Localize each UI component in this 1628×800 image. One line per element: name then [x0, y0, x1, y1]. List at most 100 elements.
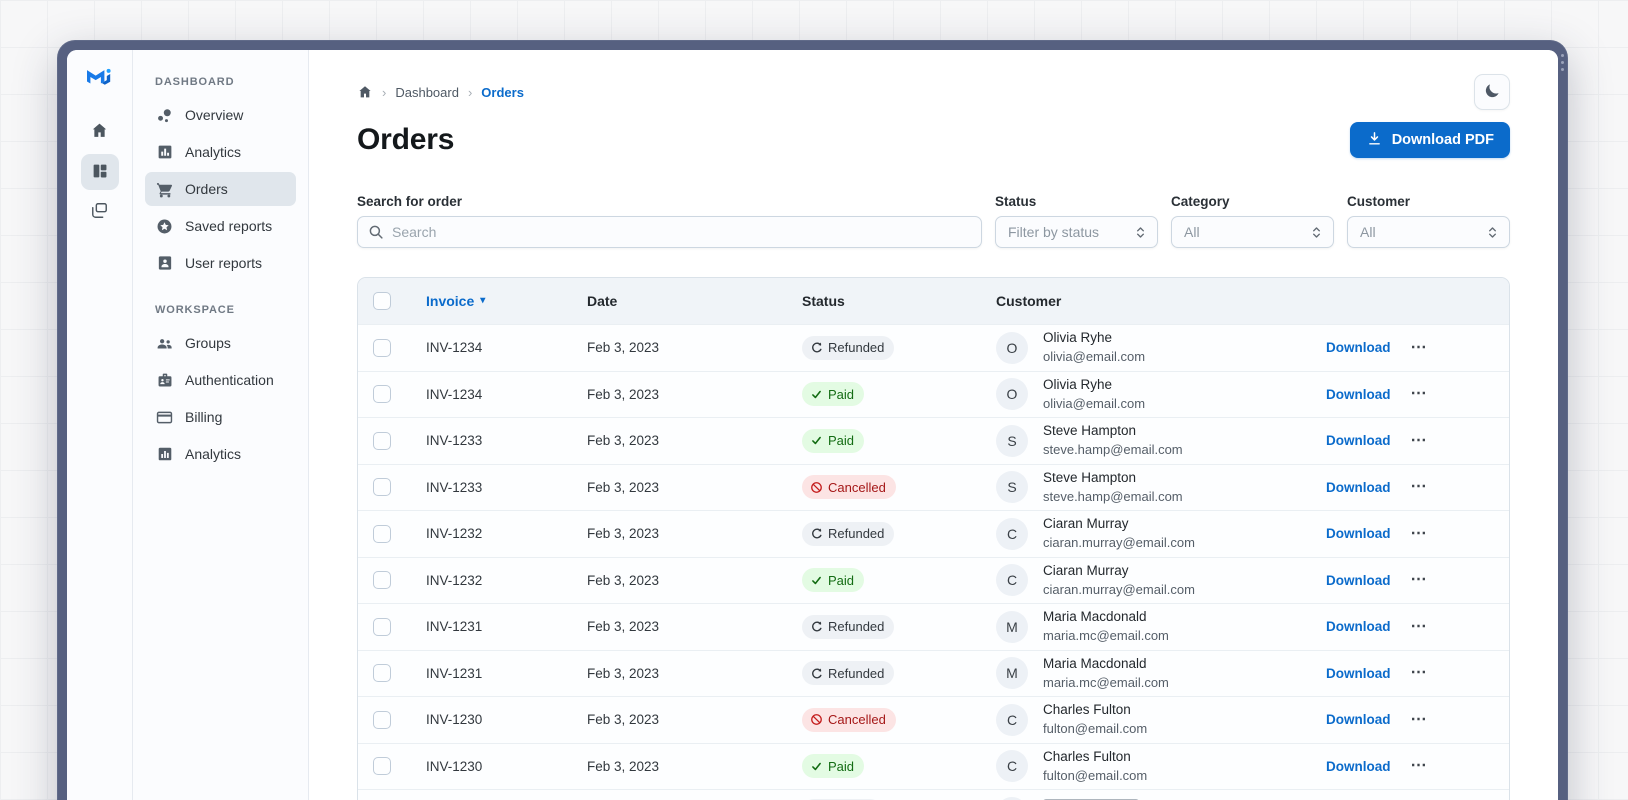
- rail-window-stack-button[interactable]: [81, 194, 119, 230]
- download-pdf-button[interactable]: Download PDF: [1349, 122, 1510, 158]
- cart-icon: [155, 180, 174, 199]
- row-menu-button[interactable]: ⋯: [1411, 339, 1428, 356]
- row-checkbox[interactable]: [373, 431, 391, 450]
- breadcrumb-home-icon[interactable]: [357, 84, 373, 100]
- customer-email: maria.mc@email.com: [1043, 628, 1169, 644]
- breadcrumb-orders[interactable]: Orders: [481, 85, 524, 100]
- sidebar-item-authentication[interactable]: Authentication: [145, 363, 296, 397]
- download-link[interactable]: Download: [1326, 433, 1391, 448]
- customer-avatar: C: [996, 703, 1028, 736]
- row-checkbox[interactable]: [373, 524, 391, 543]
- row-menu-button[interactable]: ⋯: [1411, 758, 1428, 774]
- customer-name: Charles Fulton: [1043, 702, 1131, 718]
- customer-avatar: S: [996, 471, 1028, 504]
- row-checkbox[interactable]: [373, 757, 391, 776]
- row-checkbox[interactable]: [373, 385, 391, 404]
- sidebar-item-saved-reports[interactable]: Saved reports: [145, 209, 296, 243]
- row-menu-button[interactable]: ⋯: [1411, 386, 1428, 402]
- row-menu-button[interactable]: ⋯: [1411, 665, 1428, 681]
- download-link[interactable]: Download: [1326, 387, 1391, 402]
- table-row: INV-1234 Feb 3, 2023 Paid O Olivia Ryhe …: [358, 370, 1509, 417]
- date-cell: Feb 3, 2023: [587, 433, 660, 449]
- color-scheme-toggle-button[interactable]: [1474, 74, 1510, 110]
- row-menu-button[interactable]: ⋯: [1411, 572, 1428, 588]
- status-chip: Cancelled: [802, 707, 896, 732]
- check-icon: [812, 576, 821, 585]
- download-link[interactable]: Download: [1326, 666, 1391, 681]
- sidebar-item-billing[interactable]: Billing: [145, 400, 296, 434]
- page-title: Orders: [357, 123, 455, 156]
- sidebar-item-orders[interactable]: Orders: [145, 172, 296, 206]
- download-link[interactable]: Download: [1326, 573, 1391, 588]
- overview-icon: [155, 106, 174, 125]
- customer-avatar: C: [996, 564, 1028, 597]
- row-checkbox[interactable]: [373, 478, 391, 497]
- row-checkbox[interactable]: [373, 617, 391, 636]
- category-filter-select[interactable]: All: [1171, 216, 1334, 248]
- search-input[interactable]: [357, 216, 982, 248]
- row-checkbox[interactable]: [373, 664, 391, 683]
- sidebar-item-analytics-2[interactable]: Analytics: [145, 437, 296, 471]
- customer-name: Olivia Ryhe: [1043, 376, 1113, 392]
- download-link[interactable]: Download: [1326, 619, 1391, 634]
- nav-section-dashboard-title: DASHBOARD: [155, 76, 235, 88]
- refresh-icon: [812, 528, 822, 539]
- date-cell: Feb 3, 2023: [587, 712, 660, 728]
- download-link[interactable]: Download: [1326, 712, 1391, 727]
- category-filter-label: Category: [1171, 194, 1230, 209]
- row-menu-button[interactable]: ⋯: [1411, 711, 1428, 728]
- status-chip: Refunded: [802, 614, 895, 639]
- row-checkbox[interactable]: [373, 338, 391, 357]
- table-row: INV-1234 Feb 3, 2023 Refunded O Olivia R…: [358, 324, 1509, 371]
- rail-dashboard-button[interactable]: [80, 154, 119, 190]
- sidebar-item-analytics[interactable]: Analytics: [145, 135, 296, 169]
- groups-icon: [155, 334, 174, 353]
- download-link[interactable]: Download: [1326, 759, 1391, 774]
- table-row: INV-1230 Feb 3, 2023 Paid C Charles Fult…: [358, 742, 1509, 789]
- search-label: Search for order: [357, 194, 463, 209]
- row-menu-button[interactable]: ⋯: [1411, 432, 1428, 449]
- row-menu-button[interactable]: ⋯: [1411, 618, 1428, 635]
- download-link[interactable]: Download: [1326, 526, 1391, 541]
- select-arrows-icon: [1485, 225, 1500, 240]
- invoice-cell: INV-1234: [426, 386, 483, 402]
- sidebar-item-overview[interactable]: Overview: [145, 98, 296, 132]
- download-link[interactable]: Download: [1326, 480, 1391, 495]
- download-link[interactable]: Download: [1326, 340, 1391, 355]
- customer-avatar: C: [996, 517, 1028, 550]
- row-checkbox[interactable]: [373, 710, 391, 729]
- customer-avatar: O: [996, 378, 1028, 411]
- app-surface: DASHBOARD Overview Analytics Orders Save…: [67, 50, 1558, 800]
- column-header-status: Status: [802, 293, 845, 309]
- status-chip: Refunded: [802, 335, 895, 360]
- row-menu-button[interactable]: ⋯: [1411, 525, 1428, 542]
- refresh-icon: [812, 621, 822, 632]
- customer-email: olivia@email.com: [1043, 349, 1146, 365]
- saved-reports-icon: [155, 217, 174, 236]
- sort-by-invoice-button[interactable]: Invoice ▾: [426, 293, 485, 309]
- sidebar-item-user-reports[interactable]: User reports: [145, 246, 296, 280]
- customer-filter-select[interactable]: All: [1347, 216, 1510, 248]
- status-filter-select[interactable]: Filter by status: [995, 216, 1158, 248]
- window-scrollbar-dots: [1560, 54, 1565, 71]
- table-row: INV-1233 Feb 3, 2023 Cancelled S Steve H…: [358, 463, 1509, 510]
- sidebar-item-groups[interactable]: Groups: [145, 326, 296, 360]
- breadcrumb-dashboard[interactable]: Dashboard: [395, 85, 459, 100]
- row-menu-button[interactable]: ⋯: [1411, 479, 1428, 495]
- customer-email: olivia@email.com: [1043, 395, 1146, 411]
- rail-home-button[interactable]: [81, 114, 119, 150]
- table-row: INV-1232 Feb 3, 2023 Refunded C Ciaran M…: [358, 510, 1509, 557]
- select-all-checkbox[interactable]: [373, 292, 391, 310]
- table-row: INV-1231 Feb 3, 2023 Refunded M Maria Ma…: [358, 649, 1509, 696]
- moon-icon: [1483, 82, 1501, 103]
- search-icon: [367, 223, 385, 246]
- slash-circle-icon: [811, 481, 822, 493]
- customer-name: Charles Fulton: [1043, 748, 1131, 764]
- billing-icon: [155, 408, 174, 427]
- check-icon: [812, 436, 821, 445]
- customer-name: Olivia Ryhe: [1043, 330, 1113, 346]
- row-checkbox[interactable]: [373, 571, 391, 590]
- dashboard-icon: [91, 162, 109, 183]
- insert-chart-icon: [155, 445, 174, 464]
- date-cell: Feb 3, 2023: [587, 572, 660, 588]
